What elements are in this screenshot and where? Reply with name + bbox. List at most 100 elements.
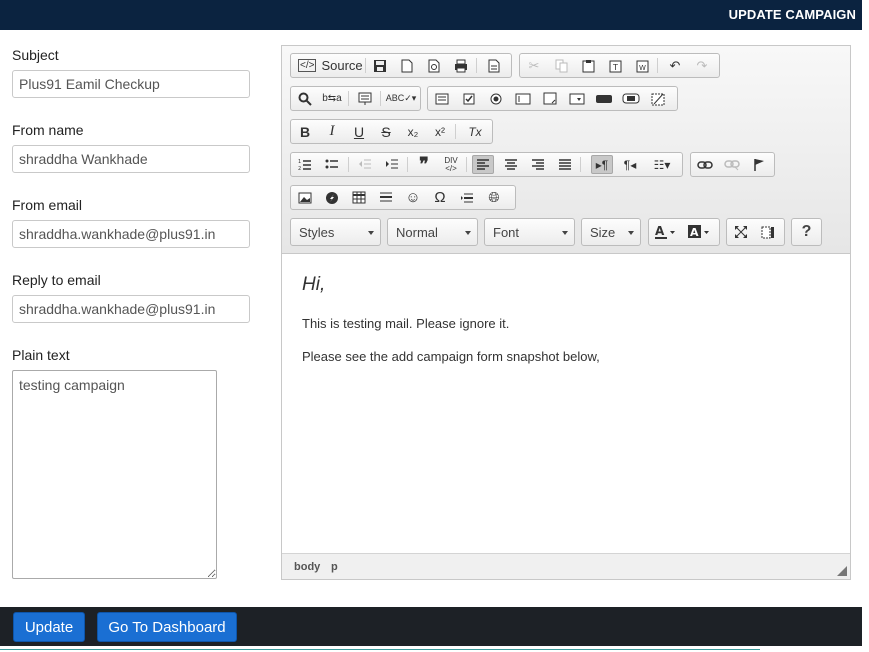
background-color-icon[interactable]: A [685,222,715,241]
spellcheck-icon[interactable]: ABC✓▾ [386,89,417,108]
iframe-globe-icon[interactable]: 🌐︎ [483,188,505,207]
save-icon[interactable] [369,56,391,75]
format-dropdown-label: Normal [396,225,438,240]
top-header-bar: UPDATE CAMPAIGN [0,0,862,30]
text-direction-ltr-icon[interactable]: ▸¶ [591,155,613,174]
replace-icon[interactable]: b⇆a [321,89,343,108]
bulleted-list-icon[interactable] [321,155,343,174]
anchor-flag-icon[interactable] [748,155,770,174]
from-name-input[interactable] [12,145,250,173]
align-left-icon[interactable] [472,155,494,174]
svg-text:W: W [639,64,646,72]
size-dropdown-label: Size [590,225,616,240]
select-field-icon[interactable] [566,89,588,108]
textarea-icon[interactable] [539,89,561,108]
size-dropdown[interactable]: Size [581,218,641,246]
superscript-button[interactable]: x² [429,122,451,141]
reply-to-input[interactable] [12,295,250,323]
document-group: </> Source [290,53,512,78]
from-email-label: From email [12,197,83,213]
editor-content-area[interactable]: Hi, This is testing mail. Please ignore … [282,254,850,554]
flash-icon[interactable] [321,188,343,207]
cut-icon[interactable]: ✂ [523,56,545,75]
horizontal-rule-icon[interactable] [375,188,397,207]
chevron-down-icon [368,231,374,235]
radio-icon[interactable] [485,89,507,108]
separator [365,58,366,73]
select-all-icon[interactable] [354,89,376,108]
rich-text-editor: </> Source ✂ T W ↶ ↷ b⇆a ABC✓▾ B I U S x… [281,45,851,580]
update-button[interactable]: Update [13,612,85,642]
align-right-icon[interactable] [527,155,549,174]
undo-icon[interactable]: ↶ [664,56,686,75]
copy-icon[interactable] [550,56,572,75]
font-dropdown[interactable]: Font [484,218,575,246]
tools-group [726,218,785,246]
table-icon[interactable] [348,188,370,207]
paste-word-icon[interactable]: W [631,56,653,75]
chevron-down-icon [465,231,471,235]
show-blocks-icon[interactable] [757,222,779,241]
source-label: Source [321,58,363,73]
language-icon[interactable]: ☷▾ [647,155,677,174]
styles-dropdown[interactable]: Styles [290,218,381,246]
editor-paragraph: This is testing mail. Please ignore it. [302,316,510,331]
link-icon[interactable] [694,155,716,174]
source-button[interactable]: </> Source [294,56,363,75]
redo-icon[interactable]: ↷ [691,56,713,75]
image-icon[interactable] [294,188,316,207]
path-crumb-p[interactable]: p [331,561,338,573]
print-icon[interactable] [450,56,472,75]
remove-format-button[interactable]: Tx [464,122,486,141]
text-direction-rtl-icon[interactable]: ¶◂ [619,155,641,174]
path-crumb-body[interactable]: body [294,561,320,573]
paste-icon[interactable] [577,56,599,75]
maximize-icon[interactable] [730,222,752,241]
outdent-icon[interactable] [354,155,376,174]
subscript-button[interactable]: x₂ [402,122,424,141]
justify-icon[interactable] [554,155,576,174]
separator [657,58,658,73]
resize-grip-icon[interactable] [837,566,847,576]
editor-greeting: Hi, [302,274,326,295]
new-page-icon[interactable] [396,56,418,75]
blockquote-icon[interactable]: ❞ [413,154,435,174]
from-email-input[interactable] [12,220,250,248]
preview-icon[interactable] [423,56,445,75]
svg-text:2: 2 [298,166,301,171]
form-icon[interactable] [431,89,453,108]
subject-input[interactable] [12,70,250,98]
from-name-label: From name [12,122,84,138]
separator [348,91,349,106]
unlink-icon[interactable] [721,155,743,174]
format-dropdown[interactable]: Normal [387,218,478,246]
paste-text-icon[interactable]: T [604,56,626,75]
go-to-dashboard-button[interactable]: Go To Dashboard [97,612,237,642]
numbered-list-icon[interactable]: 12 [294,155,316,174]
separator [580,157,581,172]
hidden-field-icon[interactable] [647,89,669,108]
checkbox-icon[interactable] [458,89,480,108]
text-field-icon[interactable] [512,89,534,108]
text-color-icon[interactable]: A [651,222,681,241]
italic-button[interactable]: I [321,122,343,141]
create-div-icon[interactable]: DIV </> [440,155,462,174]
templates-icon[interactable] [483,56,505,75]
help-icon: ? [801,223,812,240]
separator [455,124,456,139]
plain-text-textarea[interactable]: testing campaign [12,370,217,579]
smiley-icon[interactable]: ☺ [402,188,424,207]
insert-group: ☺ Ω 🌐︎ [290,185,516,210]
help-button[interactable]: ? [791,218,822,246]
links-group [690,152,775,177]
strike-button[interactable]: S [375,122,397,141]
page-break-icon[interactable] [456,188,478,207]
bold-button[interactable]: B [294,122,316,141]
align-center-icon[interactable] [500,155,522,174]
underline-button[interactable]: U [348,122,370,141]
find-icon[interactable] [294,89,316,108]
image-button-icon[interactable] [620,89,642,108]
button-field-icon[interactable] [593,89,615,108]
special-char-icon[interactable]: Ω [429,188,451,207]
indent-icon[interactable] [381,155,403,174]
